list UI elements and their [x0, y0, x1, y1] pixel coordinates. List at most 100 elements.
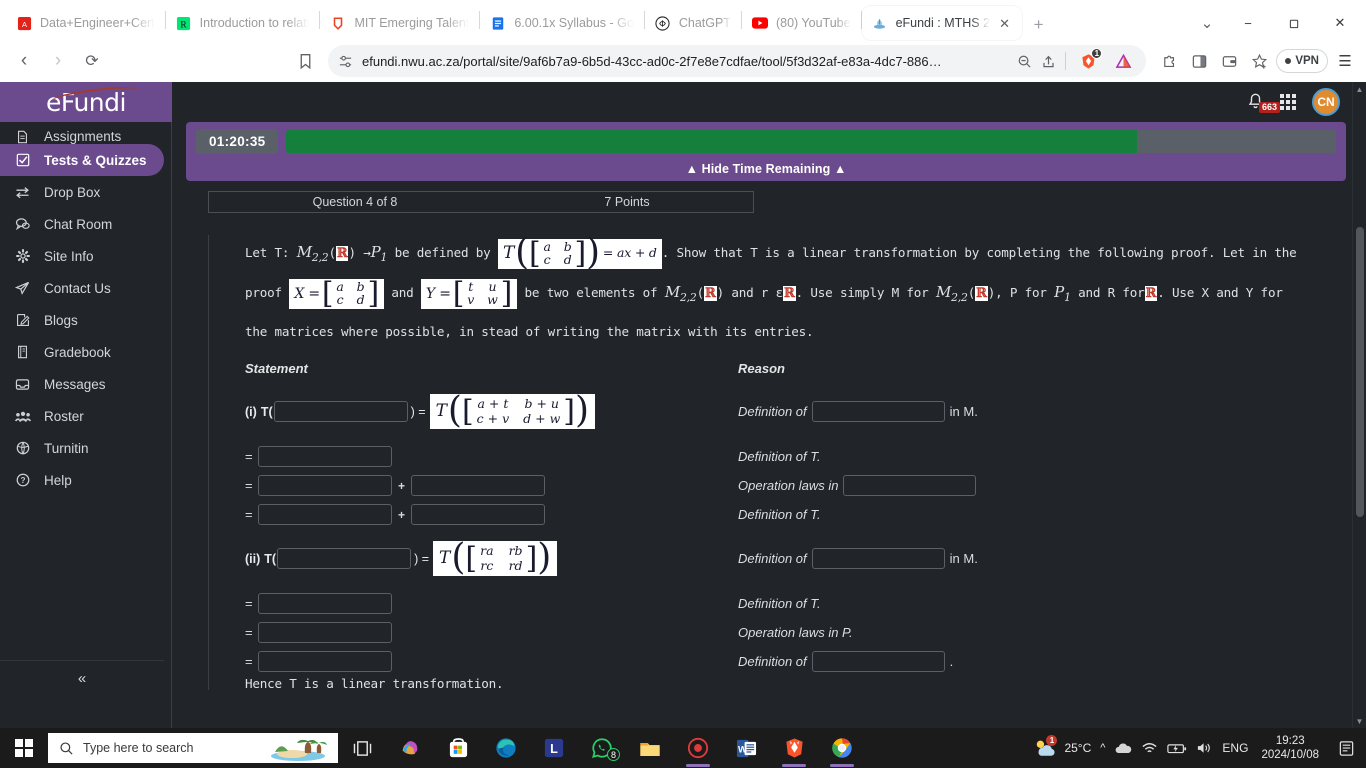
- answer-input-ii-1[interactable]: [277, 548, 412, 569]
- onedrive-icon[interactable]: [1114, 742, 1132, 755]
- whatsapp-icon[interactable]: 8: [578, 728, 626, 768]
- triangle-extension-icon[interactable]: [1110, 48, 1136, 74]
- proof-table: Statement Reason (i) T( ) = T([a + tb + …: [245, 361, 1306, 691]
- file-explorer-icon[interactable]: [626, 728, 674, 768]
- answer-input-ii-3[interactable]: [258, 622, 392, 643]
- forward-button[interactable]: ›: [42, 45, 74, 77]
- taskbar-search-box[interactable]: Type here to search: [48, 733, 338, 763]
- notion-icon: [330, 15, 346, 31]
- answer-input-ii-4[interactable]: [258, 651, 392, 672]
- answer-input-i-3b[interactable]: [411, 475, 546, 496]
- sidebar-item-drop-box[interactable]: Drop Box: [0, 176, 164, 208]
- answer-input-i-4b[interactable]: [411, 504, 546, 525]
- system-tray: 1 25°C ^ ENG 19:23 2024/10/08: [1032, 734, 1366, 762]
- sidebar-icon[interactable]: [1186, 48, 1212, 74]
- avatar[interactable]: CN: [1312, 88, 1340, 116]
- scrollbar-thumb[interactable]: [1356, 227, 1364, 517]
- answer-input-i-4a[interactable]: [258, 504, 392, 525]
- question-line2-g: . Use X: [1157, 285, 1209, 300]
- browser-tab-4[interactable]: ChatGPT: [645, 6, 741, 40]
- sidebar-collapse-button[interactable]: «: [0, 660, 164, 696]
- language-indicator[interactable]: ENG: [1222, 741, 1248, 755]
- new-tab-button[interactable]: +: [1022, 10, 1056, 40]
- lastpass-icon[interactable]: L: [530, 728, 578, 768]
- reason-input-i-3[interactable]: [843, 475, 977, 496]
- sidebar-item-blogs[interactable]: Blogs: [0, 304, 164, 336]
- back-button[interactable]: ‹: [8, 45, 40, 77]
- brave-rewards-icon[interactable]: 1: [1075, 48, 1103, 74]
- answer-input-ii-2[interactable]: [258, 593, 392, 614]
- taskbar-clock[interactable]: 19:23 2024/10/08: [1257, 734, 1323, 762]
- sidebar-item-chat-room[interactable]: Chat Room: [0, 208, 164, 240]
- copilot-icon[interactable]: [386, 728, 434, 768]
- address-bar[interactable]: efundi.nwu.ac.za/portal/site/9af6b7a9-6b…: [328, 45, 1147, 77]
- scroll-down-arrow[interactable]: ▼: [1353, 714, 1366, 728]
- book-icon: [14, 345, 31, 359]
- reason-input-ii-1[interactable]: [811, 548, 945, 569]
- answer-input-i-1[interactable]: [273, 401, 408, 422]
- screen-recorder-icon[interactable]: [674, 728, 722, 768]
- browser-menu-button[interactable]: ☰: [1332, 48, 1358, 74]
- browser-tab-1[interactable]: R Introduction to relati: [166, 6, 320, 40]
- browser-tab-5[interactable]: (80) YouTube: [742, 6, 861, 40]
- hide-time-remaining-button[interactable]: ▲ Hide Time Remaining ▲: [196, 154, 1336, 176]
- tab-search-button[interactable]: ⌄: [1190, 8, 1224, 38]
- chrome-canary-icon[interactable]: [818, 728, 866, 768]
- close-icon[interactable]: ✕: [998, 17, 1012, 30]
- wallet-icon[interactable]: [1216, 48, 1242, 74]
- window-minimize-button[interactable]: −: [1226, 6, 1270, 40]
- t-close-label: ) =: [414, 551, 430, 566]
- sidebar-item-help[interactable]: ? Help: [0, 464, 164, 496]
- microsoft-store-icon[interactable]: [434, 728, 482, 768]
- efundi-logo[interactable]: eFundi: [0, 82, 172, 122]
- sidebar-item-contact-us[interactable]: Contact Us: [0, 272, 164, 304]
- reason-input-i-1[interactable]: [811, 401, 945, 422]
- wifi-icon[interactable]: [1141, 741, 1158, 755]
- browser-tabstrip: A Data+Engineer+Cert R Introduction to r…: [0, 0, 1366, 40]
- browser-tab-2[interactable]: MIT Emerging Talent: [320, 6, 479, 40]
- browser-tab-0[interactable]: A Data+Engineer+Cert: [6, 6, 165, 40]
- page-scrollbar[interactable]: ▲ ▼: [1352, 82, 1366, 728]
- vpn-button[interactable]: VPN: [1276, 49, 1328, 73]
- matrix-i-image: T([a + tb + uc + vd + w]): [429, 393, 596, 429]
- sidebar-item-label: Roster: [44, 408, 84, 424]
- sidebar-item-turnitin[interactable]: Turnitin: [0, 432, 164, 464]
- windows-start-icon[interactable]: [0, 728, 48, 768]
- window-close-button[interactable]: ✕: [1318, 6, 1362, 40]
- chevron-up-icon[interactable]: ^: [1100, 742, 1105, 754]
- battery-icon[interactable]: [1167, 742, 1187, 755]
- bookmark-icon[interactable]: [288, 45, 322, 77]
- reason-input-ii-4[interactable]: [811, 651, 945, 672]
- question-line2-c: and r ε: [731, 285, 784, 300]
- sidebar-item-assignments[interactable]: Assignments: [0, 122, 164, 144]
- microsoft-edge-icon[interactable]: [482, 728, 530, 768]
- microsoft-word-icon[interactable]: W: [722, 728, 770, 768]
- sidebar-item-messages[interactable]: Messages: [0, 368, 164, 400]
- reload-button[interactable]: ⟳: [76, 45, 108, 77]
- window-maximize-button[interactable]: [1272, 6, 1316, 40]
- brave-browser-icon[interactable]: [770, 728, 818, 768]
- part-i-label: (i): [245, 404, 257, 419]
- notifications-button[interactable]: 663: [1247, 93, 1281, 113]
- browser-tab-6-active[interactable]: eFundi : MTHS 2 ✕: [861, 6, 1022, 40]
- answer-input-i-3a[interactable]: [258, 475, 392, 496]
- sidebar-item-roster[interactable]: Roster: [0, 400, 164, 432]
- sidebar-item-gradebook[interactable]: Gradebook: [0, 336, 164, 368]
- volume-icon[interactable]: [1196, 741, 1213, 755]
- answer-input-i-2[interactable]: [258, 446, 392, 467]
- share-icon[interactable]: [1041, 54, 1056, 69]
- bookmark-add-icon[interactable]: [1246, 48, 1272, 74]
- site-settings-icon[interactable]: [338, 54, 353, 69]
- real-numbers-symbol-5: ℝ: [1144, 286, 1158, 301]
- sidebar-item-site-info[interactable]: Site Info: [0, 240, 164, 272]
- weather-widget[interactable]: 1 25°C: [1032, 735, 1091, 759]
- browser-tab-3[interactable]: 6.00.1x Syllabus - Go: [480, 6, 644, 40]
- task-view-icon[interactable]: [338, 728, 386, 768]
- scroll-up-arrow[interactable]: ▲: [1353, 82, 1366, 96]
- reason-cell: Definition of in M.: [738, 401, 1306, 422]
- notification-center-icon[interactable]: [1332, 740, 1360, 757]
- zoom-out-icon[interactable]: [1017, 54, 1032, 69]
- grid-icon[interactable]: [1280, 94, 1296, 110]
- sidebar-item-tests-quizzes[interactable]: Tests & Quizzes: [0, 144, 164, 176]
- extensions-puzzle-icon[interactable]: [1156, 48, 1182, 74]
